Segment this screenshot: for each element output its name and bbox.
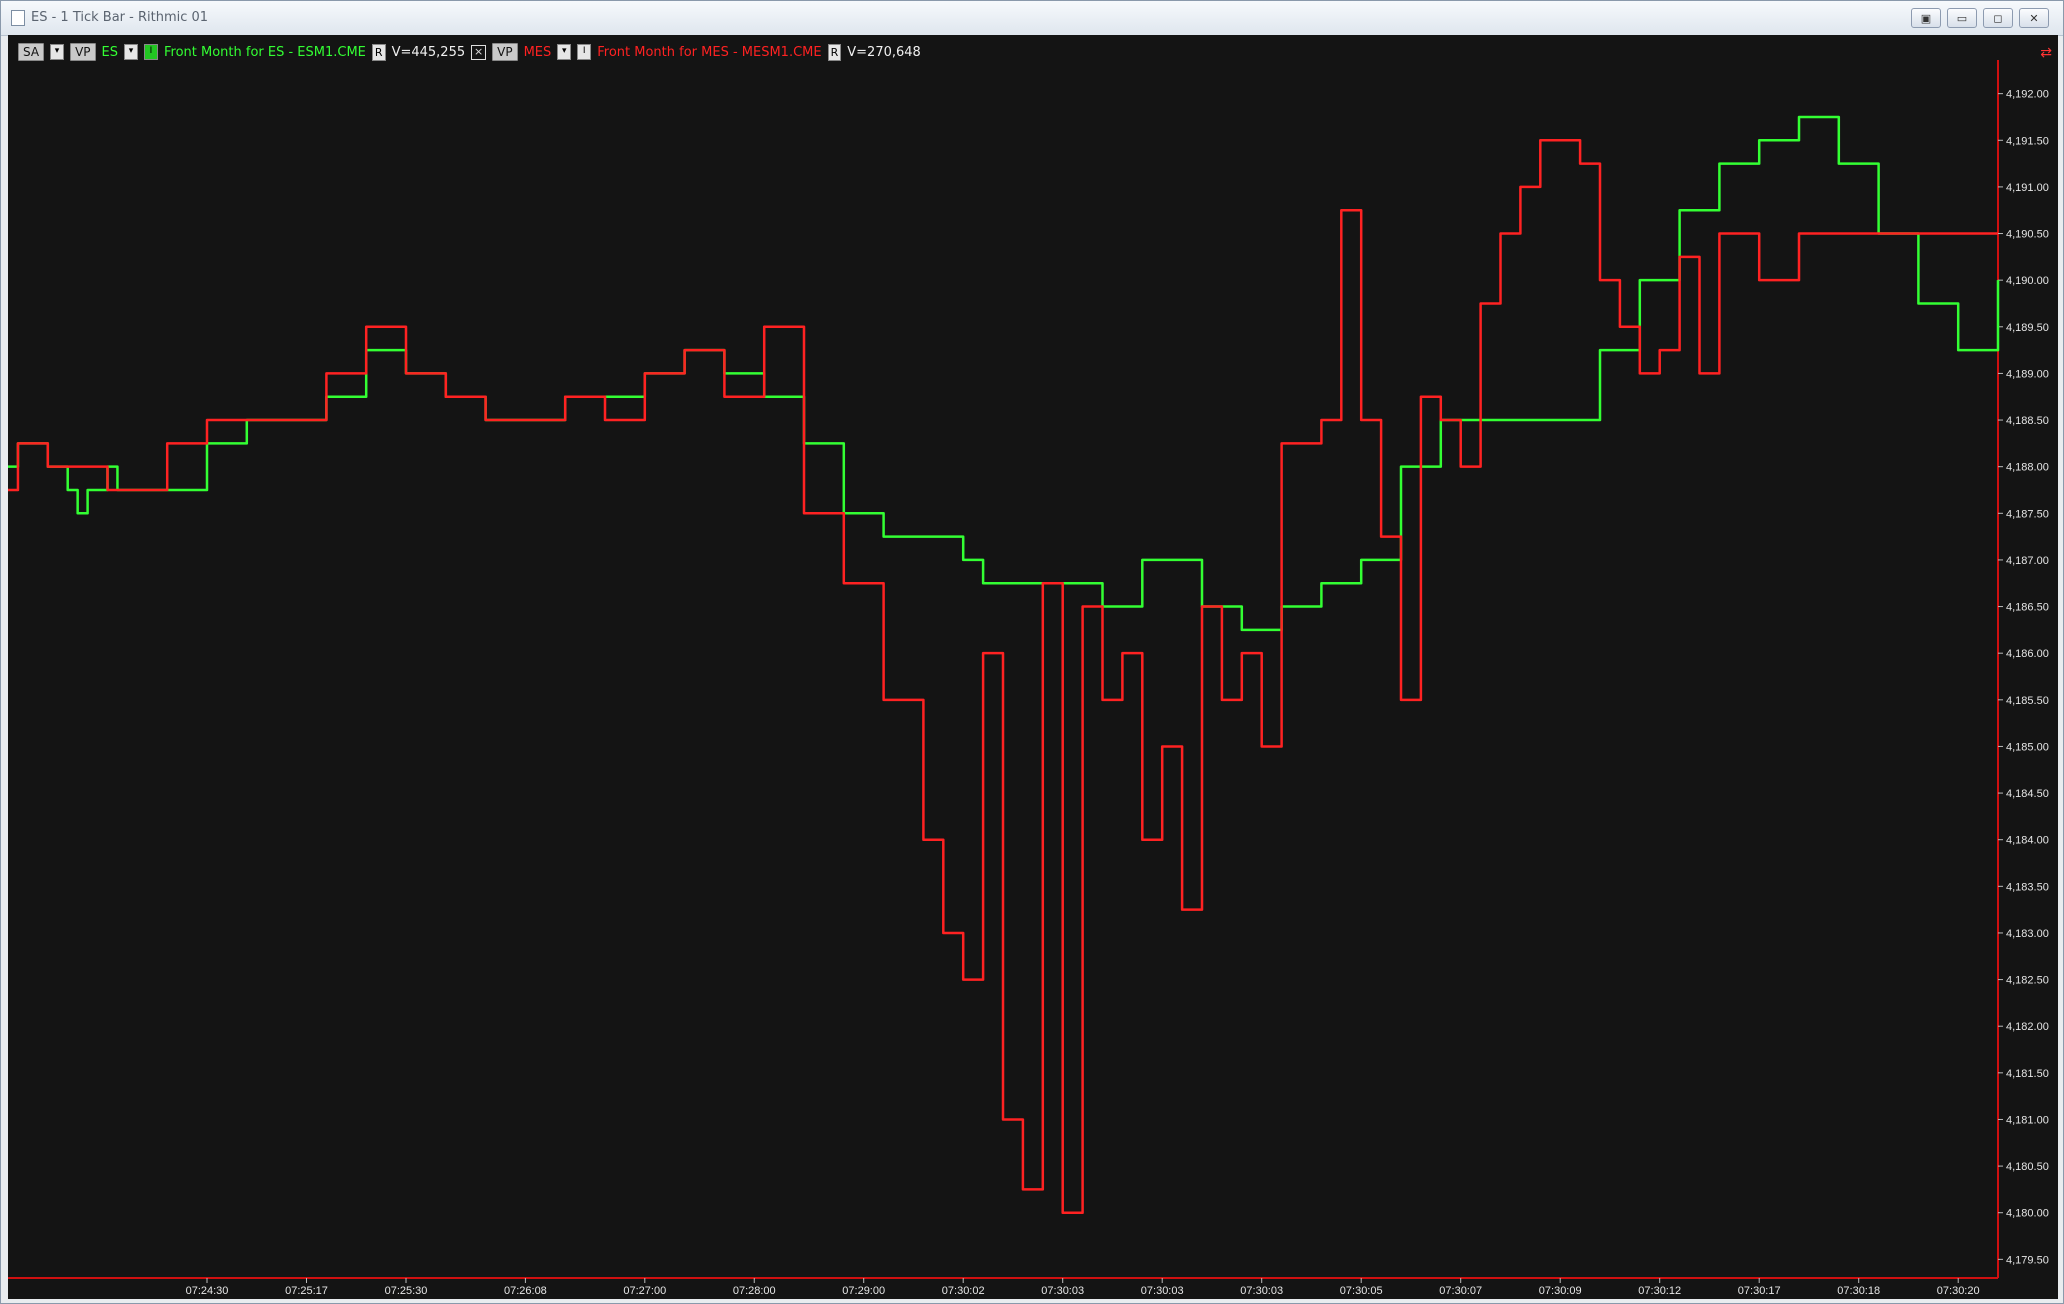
y-tick-label: 4,187.50 [2006, 508, 2049, 520]
x-tick-label: 07:30:12 [1638, 1285, 1681, 1297]
x-tick-label: 07:27:00 [623, 1285, 666, 1297]
maximize-icon[interactable]: ◻ [1983, 8, 2013, 28]
x-tick-label: 07:30:18 [1837, 1285, 1880, 1297]
x-tick-label: 07:30:03 [1041, 1285, 1084, 1297]
x-tick-label: 07:25:30 [385, 1285, 428, 1297]
y-tick-label: 4,184.50 [2006, 788, 2049, 800]
y-tick-label: 4,183.00 [2006, 928, 2049, 940]
y-tick-label: 4,185.00 [2006, 741, 2049, 753]
y-tick-label: 4,187.00 [2006, 555, 2049, 567]
x-tick-label: 07:29:00 [842, 1285, 885, 1297]
window-title: ES - 1 Tick Bar - Rithmic 01 [31, 10, 209, 25]
y-tick-label: 4,186.00 [2006, 648, 2049, 660]
x-tick-label: 07:24:30 [186, 1285, 229, 1297]
y-tick-label: 4,180.00 [2006, 1208, 2049, 1220]
window-titlebar[interactable]: ES - 1 Tick Bar - Rithmic 01 ▣ ▭ ◻ ✕ [1, 1, 2063, 36]
x-tick-label: 07:30:02 [942, 1285, 985, 1297]
y-tick-label: 4,189.00 [2006, 368, 2049, 380]
y-tick-label: 4,186.50 [2006, 602, 2049, 614]
y-tick-label: 4,181.50 [2006, 1068, 2049, 1080]
y-tick-label: 4,188.50 [2006, 415, 2049, 427]
x-tick-label: 07:30:09 [1539, 1285, 1582, 1297]
minimize-icon[interactable]: ▭ [1947, 8, 1977, 28]
y-tick-label: 4,181.00 [2006, 1114, 2049, 1126]
y-tick-label: 4,191.50 [2006, 135, 2049, 147]
x-tick-label: 07:28:00 [733, 1285, 776, 1297]
x-tick-label: 07:30:17 [1738, 1285, 1781, 1297]
y-tick-label: 4,191.00 [2006, 182, 2049, 194]
y-tick-label: 4,182.50 [2006, 975, 2049, 987]
x-tick-label: 07:30:05 [1340, 1285, 1383, 1297]
x-tick-label: 07:30:03 [1240, 1285, 1283, 1297]
x-tick-label: 07:30:20 [1937, 1285, 1980, 1297]
restore-icon[interactable]: ▣ [1911, 8, 1941, 28]
y-tick-label: 4,185.50 [2006, 695, 2049, 707]
x-tick-label: 07:30:03 [1141, 1285, 1184, 1297]
chart-window-icon [11, 10, 25, 26]
y-tick-label: 4,182.00 [2006, 1021, 2049, 1033]
y-tick-label: 4,189.50 [2006, 322, 2049, 334]
y-tick-label: 4,188.00 [2006, 462, 2049, 474]
y-tick-label: 4,180.50 [2006, 1161, 2049, 1173]
app-window: ES - 1 Tick Bar - Rithmic 01 ▣ ▭ ◻ ✕ SA … [0, 0, 2064, 1304]
y-tick-label: 4,190.50 [2006, 229, 2049, 241]
y-tick-label: 4,183.50 [2006, 881, 2049, 893]
window-controls: ▣ ▭ ◻ ✕ [1911, 8, 2049, 28]
y-tick-label: 4,179.50 [2006, 1254, 2049, 1266]
y-tick-label: 4,192.00 [2006, 89, 2049, 101]
price-chart[interactable]: 4,192.00 4,191.50 4,191.00 4,190.50 4,190.00… [8, 35, 2058, 1299]
y-tick-label: 4,190.00 [2006, 275, 2049, 287]
chart-area[interactable]: SA ▾ VP ES ▾ I Front Month for ES - ESM1… [8, 35, 2058, 1299]
x-tick-label: 07:25:17 [285, 1285, 328, 1297]
x-tick-label: 07:30:07 [1439, 1285, 1482, 1297]
series-line-mes [8, 139, 1998, 1214]
close-icon[interactable]: ✕ [2019, 8, 2049, 28]
x-tick-label: 07:26:08 [504, 1285, 547, 1297]
y-tick-label: 4,184.00 [2006, 835, 2049, 847]
